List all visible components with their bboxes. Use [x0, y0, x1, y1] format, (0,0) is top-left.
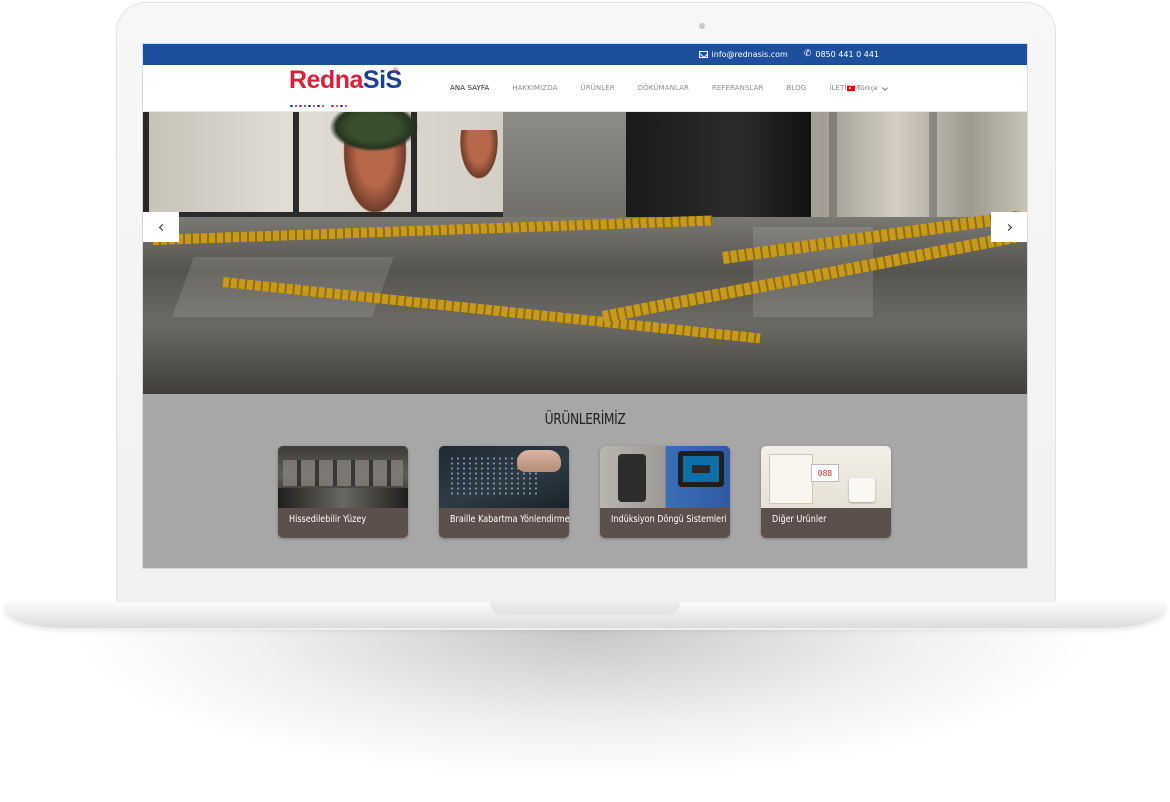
slider-prev-button[interactable] [143, 212, 179, 242]
language-selector[interactable]: Türkçe [847, 84, 888, 92]
product-card-label: Diğer Ürünler [772, 514, 827, 525]
camera-icon [699, 23, 705, 29]
browser-screen: info@rednasis.com ✆ 0850 441 0 441 Redna… [142, 43, 1028, 569]
nav-item-ana-sayfa[interactable]: ANA SAYFA [450, 84, 489, 92]
products-section: ÜRÜNLERİMİZ Hissedilebilir Yüzey Braille… [143, 394, 1027, 568]
nav-item-referanslar[interactable]: REFERANSLAR [712, 84, 764, 92]
number-display: 088 [811, 464, 839, 482]
nav-item-blog[interactable]: BLOG [787, 84, 807, 92]
product-cards: Hissedilebilir Yüzey Braille Kabartma Yö… [278, 446, 891, 538]
laptop-shadow [70, 630, 1100, 780]
phone-icon: ✆ [803, 49, 812, 59]
hero-slider [143, 112, 1027, 394]
logo-part-redna: Redna [289, 66, 363, 94]
nav-item-urunler[interactable]: ÜRÜNLER [580, 84, 614, 92]
product-image [439, 446, 569, 508]
products-title: ÜRÜNLERİMİZ [544, 410, 626, 428]
nav-item-dokumanlar[interactable]: DÖKÜMANLAR [638, 84, 689, 92]
product-image: 088 [761, 446, 891, 508]
door-frame [293, 112, 299, 217]
top-bar: info@rednasis.com ✆ 0850 441 0 441 [143, 44, 1027, 65]
email-text: info@rednasis.com [711, 50, 788, 59]
rednasis-logo[interactable]: RednaSiS ® [289, 66, 402, 143]
product-card-label: Hissedilebilir Yüzey [289, 514, 367, 525]
chevron-right-icon [1004, 223, 1012, 231]
registered-mark: ® [393, 68, 399, 75]
email-link[interactable]: info@rednasis.com [698, 50, 788, 59]
product-card-label: Braille Kabartma Yönlendirme [450, 514, 569, 525]
product-card-hissedilebilir-yuzey[interactable]: Hissedilebilir Yüzey [278, 446, 408, 538]
language-label: Türkçe [858, 85, 878, 92]
chevron-left-icon [158, 223, 166, 231]
planter [457, 130, 501, 184]
plant [329, 112, 419, 152]
hero-entrance-wall [143, 112, 503, 222]
turkey-flag-icon [847, 86, 855, 91]
phone-link[interactable]: ✆ 0850 441 0 441 [803, 49, 879, 60]
site-header: RednaSiS ® ANA SAYFA HAKKIMIZDA ÜRÜNLER [143, 65, 1027, 143]
envelope-icon [698, 51, 708, 58]
slider-next-button[interactable] [991, 212, 1027, 242]
product-card-induksiyon[interactable]: İndüksiyon Döngü Sistemleri [600, 446, 730, 538]
product-card-diger[interactable]: 088 Diğer Ürünler [761, 446, 891, 538]
main-nav: ANA SAYFA HAKKIMIZDA ÜRÜNLER DÖKÜMANLAR … [450, 84, 859, 92]
product-card-label: İndüksiyon Döngü Sistemleri [611, 514, 727, 525]
door-frame [143, 112, 149, 217]
marble-floor [143, 210, 1027, 394]
laptop-notch [490, 602, 680, 615]
product-image [278, 446, 408, 508]
product-card-braille[interactable]: Braille Kabartma Yönlendirme [439, 446, 569, 538]
chevron-down-icon [881, 84, 888, 91]
tactile-strip [152, 215, 713, 245]
product-image [600, 446, 730, 508]
nav-item-hakkimizda[interactable]: HAKKIMIZDA [512, 84, 557, 92]
phone-text: 0850 441 0 441 [815, 50, 879, 59]
